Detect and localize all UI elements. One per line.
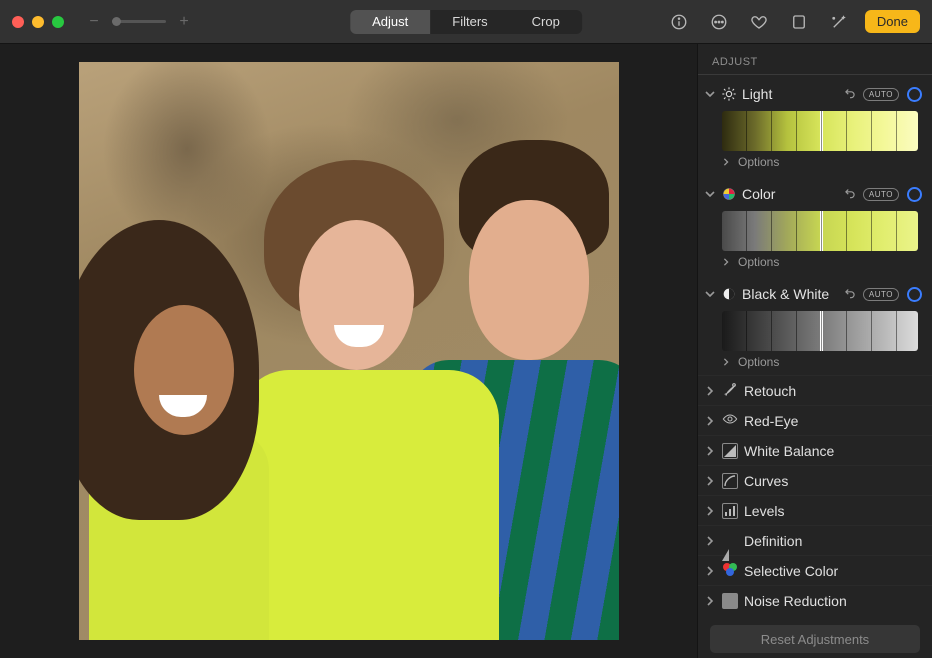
photo-canvas-area — [0, 44, 697, 658]
chevron-right-icon — [704, 506, 716, 516]
black-white-icon — [720, 286, 738, 302]
chevron-right-icon — [704, 416, 716, 426]
light-options-label: Options — [738, 155, 779, 169]
adjust-selcolor-row[interactable]: Selective Color — [698, 555, 932, 585]
bw-options-label: Options — [738, 355, 779, 369]
light-auto-button[interactable]: AUTO — [863, 88, 899, 101]
aspect-icon[interactable] — [785, 8, 813, 36]
adjust-levels-row[interactable]: Levels — [698, 495, 932, 525]
undo-icon[interactable] — [843, 186, 859, 203]
undo-icon[interactable] — [843, 286, 859, 303]
adjust-bw-section: Black & White AUTO Options — [698, 275, 932, 375]
adjust-color-section: Color AUTO Options — [698, 175, 932, 275]
favorite-icon[interactable] — [745, 8, 773, 36]
chevron-down-icon[interactable] — [704, 289, 716, 299]
chevron-right-icon — [704, 566, 716, 576]
curves-label: Curves — [744, 473, 788, 489]
redeye-label: Red-Eye — [744, 413, 798, 429]
light-thumbnail-slider[interactable] — [722, 111, 918, 151]
bw-auto-button[interactable]: AUTO — [863, 288, 899, 301]
titlebar: − + Adjust Filters Crop Done — [0, 0, 932, 44]
definition-label: Definition — [744, 533, 802, 549]
toolbar-right: Done — [665, 8, 920, 36]
chevron-down-icon[interactable] — [704, 89, 716, 99]
color-enable-ring[interactable] — [907, 187, 922, 202]
zoom-out-button[interactable]: − — [86, 13, 102, 31]
chevron-right-icon — [704, 446, 716, 456]
noise-label: Noise Reduction — [744, 593, 847, 609]
redeye-icon — [722, 411, 738, 430]
levels-icon — [722, 503, 738, 519]
levels-label: Levels — [744, 503, 784, 519]
zoom-controls: − + — [86, 13, 192, 31]
retouch-icon — [722, 381, 738, 400]
adjust-definition-row[interactable]: Definition — [698, 525, 932, 555]
selcolor-label: Selective Color — [744, 563, 838, 579]
wb-label: White Balance — [744, 443, 834, 459]
more-icon[interactable] — [705, 8, 733, 36]
reset-adjustments-button[interactable]: Reset Adjustments — [710, 625, 920, 653]
bw-enable-ring[interactable] — [907, 287, 922, 302]
adjust-light-section: Light AUTO Options — [698, 75, 932, 175]
window-controls — [12, 16, 64, 28]
adjust-wb-row[interactable]: White Balance — [698, 435, 932, 465]
color-icon — [720, 186, 738, 202]
noise-reduction-icon — [722, 593, 738, 609]
adjust-noise-row[interactable]: Noise Reduction — [698, 585, 932, 615]
color-options-label: Options — [738, 255, 779, 269]
chevron-right-icon — [704, 596, 716, 606]
chevron-right-icon — [704, 476, 716, 486]
chevron-right-icon — [704, 536, 716, 546]
fullscreen-window-button[interactable] — [52, 16, 64, 28]
chevron-right-icon — [722, 155, 732, 169]
light-options-toggle[interactable]: Options — [704, 153, 922, 175]
light-enable-ring[interactable] — [907, 87, 922, 102]
tab-crop[interactable]: Crop — [510, 10, 582, 34]
color-title: Color — [742, 186, 839, 202]
chevron-down-icon[interactable] — [704, 189, 716, 199]
done-button[interactable]: Done — [865, 10, 920, 33]
selective-color-icon — [722, 561, 738, 580]
tab-adjust[interactable]: Adjust — [350, 10, 430, 34]
enhance-icon[interactable] — [825, 8, 853, 36]
color-auto-button[interactable]: AUTO — [863, 188, 899, 201]
tab-filters[interactable]: Filters — [430, 10, 509, 34]
color-options-toggle[interactable]: Options — [704, 253, 922, 275]
chevron-right-icon — [704, 386, 716, 396]
minimize-window-button[interactable] — [32, 16, 44, 28]
bw-thumbnail-slider[interactable] — [722, 311, 918, 351]
white-balance-icon — [722, 443, 738, 459]
light-title: Light — [742, 86, 839, 102]
light-icon — [720, 86, 738, 102]
photo-preview[interactable] — [79, 62, 619, 640]
edit-mode-tabs: Adjust Filters Crop — [350, 10, 582, 34]
zoom-in-button[interactable]: + — [176, 13, 192, 31]
adjust-retouch-row[interactable]: Retouch — [698, 375, 932, 405]
retouch-label: Retouch — [744, 383, 796, 399]
adjust-redeye-row[interactable]: Red-Eye — [698, 405, 932, 435]
definition-icon — [722, 533, 738, 549]
bw-options-toggle[interactable]: Options — [704, 353, 922, 375]
adjust-curves-row[interactable]: Curves — [698, 465, 932, 495]
info-icon[interactable] — [665, 8, 693, 36]
main-area: ADJUST Light AUTO Options Color — [0, 44, 932, 658]
adjust-sidebar: ADJUST Light AUTO Options Color — [697, 44, 932, 658]
bw-title: Black & White — [742, 286, 839, 302]
chevron-right-icon — [722, 355, 732, 369]
chevron-right-icon — [722, 255, 732, 269]
close-window-button[interactable] — [12, 16, 24, 28]
sidebar-header: ADJUST — [698, 44, 932, 75]
color-thumbnail-slider[interactable] — [722, 211, 918, 251]
curves-icon — [722, 473, 738, 489]
undo-icon[interactable] — [843, 86, 859, 103]
zoom-slider[interactable] — [112, 20, 166, 23]
